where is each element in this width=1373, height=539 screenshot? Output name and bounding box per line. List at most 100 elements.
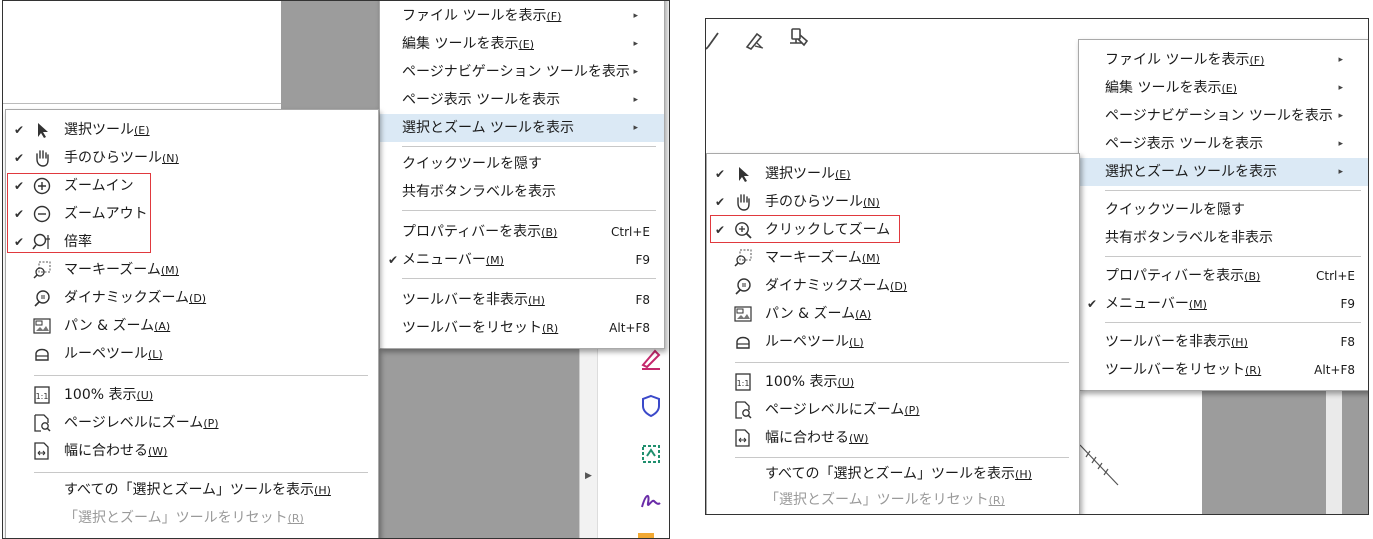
- menu-separator: [1105, 256, 1361, 257]
- checkmark-icon: ✔: [715, 167, 726, 181]
- loupe-icon: [733, 332, 753, 352]
- document-page: [3, 1, 282, 104]
- stamp-icon[interactable]: [786, 25, 812, 51]
- menu-item-file-tools[interactable]: ファイル ツールを表示(F) ▸: [380, 2, 664, 30]
- submenu-item-dynamic-zoom[interactable]: ダイナミックズーム(D): [6, 284, 378, 312]
- submenu-arrow-icon: ▸: [1338, 111, 1343, 121]
- submenu-arrow-icon: ▸: [633, 123, 638, 133]
- submenu-arrow-icon: ▸: [1338, 83, 1343, 93]
- canvas-background: [381, 349, 579, 538]
- menu-separator: [402, 278, 656, 279]
- drawing-fragment: [1078, 439, 1122, 489]
- submenu-arrow-icon: ▸: [633, 39, 638, 49]
- context-submenu-select-zoom: ✔ 選択ツール(E) ✔ 手のひらツール(N) ✔ クリックしてズーム マーキーズーム…: [706, 153, 1080, 514]
- submenu-item-marquee-zoom[interactable]: マーキーズーム(M): [707, 244, 1079, 272]
- menu-item-page-display-tools[interactable]: ページ表示 ツールを表示 ▸: [380, 86, 664, 114]
- marquee-zoom-icon: [733, 248, 753, 268]
- menu-separator: [1105, 322, 1361, 323]
- menu-item-hide-quick-tools[interactable]: クイックツールを隠す: [1079, 196, 1368, 224]
- menu-item-select-zoom-tools[interactable]: 選択とズーム ツールを表示 ▸: [380, 114, 664, 142]
- submenu-item-hand-tool[interactable]: ✔ 手のひらツール(N): [6, 144, 378, 172]
- menu-item-hide-toolbar[interactable]: ツールバーを非表示(H) F8: [1079, 328, 1368, 356]
- menu-item-menu-bar[interactable]: ✔ メニューバー(M) F9: [380, 246, 664, 274]
- context-menu-main: ファイル ツールを表示(F) ▸ 編集 ツールを表示(E) ▸ ページナビゲーション…: [379, 1, 665, 349]
- menu-item-edit-tools[interactable]: 編集 ツールを表示(E) ▸: [1079, 74, 1368, 102]
- submenu-item-fit-width[interactable]: 幅に合わせる(W): [707, 424, 1079, 452]
- submenu-arrow-icon: ▸: [633, 11, 638, 21]
- submenu-item-reset-select-zoom-tools: 「選択とズーム」ツールをリセット(R): [64, 510, 304, 526]
- submenu-item-pan-zoom[interactable]: パン & ズーム(A): [6, 312, 378, 340]
- menu-item-edit-tools[interactable]: 編集 ツールを表示(E) ▸: [380, 30, 664, 58]
- submenu-item-reset-select-zoom-tools: 「選択とズーム」ツールをリセット(R): [765, 492, 1005, 508]
- protect-shield-icon[interactable]: [638, 393, 664, 419]
- menu-item-page-navigation-tools[interactable]: ページナビゲーション ツールを表示 ▸: [380, 58, 664, 86]
- menu-separator: [34, 472, 368, 473]
- right-tools-pane: [597, 341, 669, 538]
- draw-erase-icon[interactable]: [742, 27, 768, 53]
- submenu-item-zoom-to-page[interactable]: ページレベルにズーム(P): [6, 409, 378, 437]
- menu-separator: [402, 146, 656, 147]
- hand-icon: [733, 192, 753, 212]
- submenu-arrow-icon: ▸: [1338, 55, 1343, 65]
- submenu-item-pan-zoom[interactable]: パン & ズーム(A): [707, 300, 1079, 328]
- arrow-pointer-icon: [733, 164, 753, 184]
- canvas-background: [1202, 383, 1326, 514]
- submenu-item-select-tool[interactable]: ✔ 選択ツール(E): [707, 160, 1079, 188]
- panel-collapse-strip[interactable]: ▶: [579, 349, 598, 538]
- submenu-item-select-tool[interactable]: ✔ 選択ツール(E): [6, 116, 378, 144]
- loupe-icon: [32, 344, 52, 364]
- tool-icon-partial: [638, 533, 654, 538]
- submenu-item-actual-size[interactable]: 1:1 100% 表示(U): [707, 368, 1079, 396]
- menu-item-page-navigation-tools[interactable]: ページナビゲーション ツールを表示 ▸: [1079, 102, 1368, 130]
- menu-separator: [402, 210, 656, 211]
- menu-item-share-button-label[interactable]: 共有ボタンラベルを非表示: [1079, 224, 1368, 252]
- pan-zoom-icon: [32, 316, 52, 336]
- checkmark-icon: ✔: [14, 123, 25, 137]
- submenu-item-hand-tool[interactable]: ✔ 手のひらツール(N): [707, 188, 1079, 216]
- pencil-icon[interactable]: [706, 27, 726, 53]
- menu-item-page-display-tools[interactable]: ページ表示 ツールを表示 ▸: [1079, 130, 1368, 158]
- highlight-annotation-box: [710, 215, 900, 243]
- actual-size-icon: 1:1: [733, 372, 753, 392]
- vertical-scrollbar[interactable]: [1326, 383, 1342, 514]
- highlight-annotation-box: [7, 173, 151, 253]
- signature-icon[interactable]: [638, 487, 664, 513]
- checkmark-icon: ✔: [388, 253, 399, 267]
- hand-icon: [32, 148, 52, 168]
- menu-separator: [735, 362, 1069, 363]
- checkmark-icon: ✔: [14, 151, 25, 165]
- expand-arrow-icon[interactable]: ▶: [585, 471, 592, 481]
- menu-item-show-property-bar[interactable]: プロパティバーを表示(B) Ctrl+E: [380, 218, 664, 246]
- context-menu-main: ファイル ツールを表示(F) ▸ 編集 ツールを表示(E) ▸ ページナビゲーション…: [1078, 39, 1368, 391]
- submenu-item-fit-width[interactable]: 幅に合わせる(W): [6, 437, 378, 465]
- submenu-item-show-all-select-zoom-tools[interactable]: すべての「選択とズーム」ツールを表示(H): [6, 476, 378, 504]
- checkmark-icon: ✔: [1087, 297, 1098, 311]
- menu-item-menu-bar[interactable]: ✔ メニューバー(M) F9: [1079, 290, 1368, 318]
- menu-item-file-tools[interactable]: ファイル ツールを表示(F) ▸: [1079, 46, 1368, 74]
- submenu-item-loupe-tool[interactable]: ルーペツール(L): [6, 340, 378, 368]
- pan-zoom-icon: [733, 304, 753, 324]
- submenu-item-zoom-to-page[interactable]: ページレベルにズーム(P): [707, 396, 1079, 424]
- menu-item-select-zoom-tools[interactable]: 選択とズーム ツールを表示 ▸: [1079, 158, 1368, 186]
- menu-item-share-button-label[interactable]: 共有ボタンラベルを表示: [380, 178, 664, 206]
- submenu-item-loupe-tool[interactable]: ルーペツール(L): [707, 328, 1079, 356]
- menu-item-reset-toolbar[interactable]: ツールバーをリセット(R) Alt+F8: [380, 314, 664, 342]
- fit-width-icon: [32, 441, 52, 461]
- svg-text:1:1: 1:1: [36, 392, 49, 401]
- submenu-item-dynamic-zoom[interactable]: ダイナミックズーム(D): [707, 272, 1079, 300]
- dynamic-zoom-icon: [32, 288, 52, 308]
- submenu-item-actual-size[interactable]: 1:1 100% 表示(U): [6, 381, 378, 409]
- menu-item-hide-quick-tools[interactable]: クイックツールを隠す: [380, 150, 664, 178]
- menu-item-reset-toolbar[interactable]: ツールバーをリセット(R) Alt+F8: [1079, 356, 1368, 384]
- menu-separator: [1105, 190, 1361, 191]
- submenu-item-marquee-zoom[interactable]: マーキーズーム(M): [6, 256, 378, 284]
- compare-files-icon[interactable]: [638, 441, 664, 467]
- menu-item-show-property-bar[interactable]: プロパティバーを表示(B) Ctrl+E: [1079, 262, 1368, 290]
- submenu-arrow-icon: ▸: [633, 95, 638, 105]
- submenu-arrow-icon: ▸: [1338, 167, 1343, 177]
- menu-item-hide-toolbar[interactable]: ツールバーを非表示(H) F8: [380, 286, 664, 314]
- fit-page-icon: [32, 413, 52, 433]
- submenu-arrow-icon: ▸: [633, 67, 638, 77]
- submenu-item-show-all-select-zoom-tools[interactable]: すべての「選択とズーム」ツールを表示(H): [707, 460, 1079, 488]
- fit-page-icon: [733, 400, 753, 420]
